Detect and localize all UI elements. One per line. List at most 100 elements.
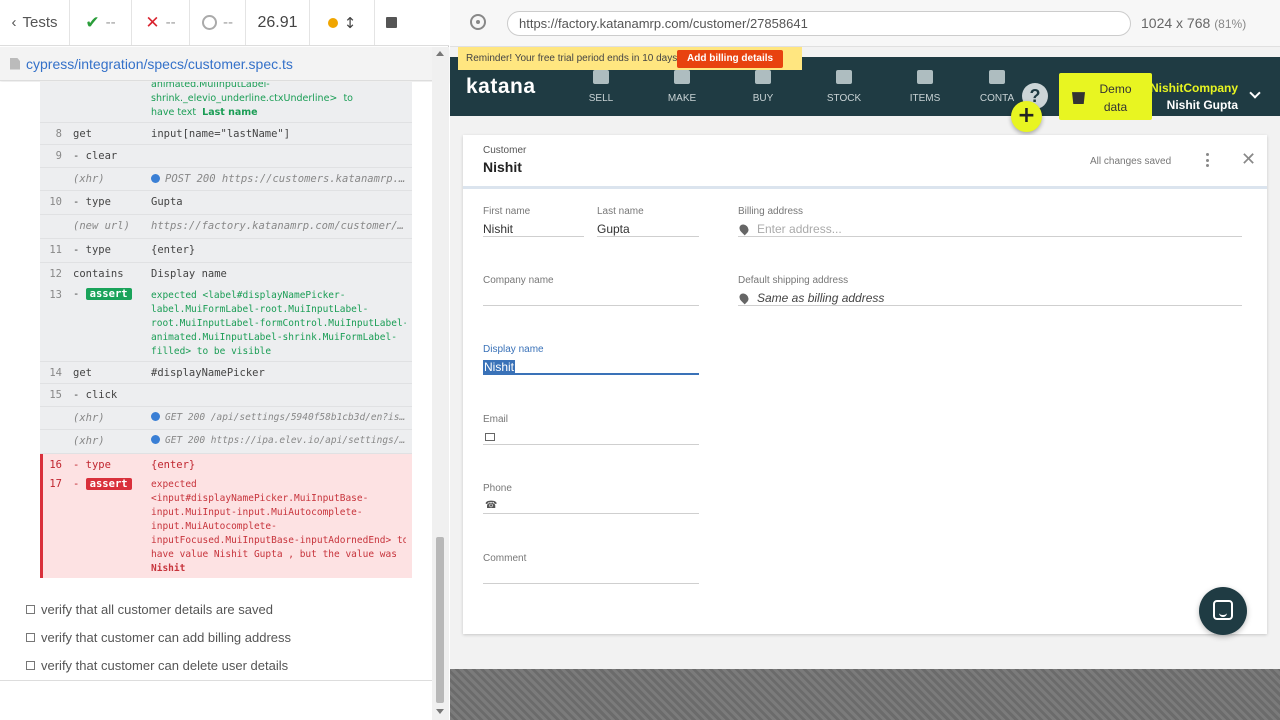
msg-line: filled> to be visible — [151, 346, 272, 357]
aut-header: https://factory.katanamrp.com/customer/2… — [450, 0, 1280, 47]
nav-items[interactable]: ITEMS — [895, 57, 955, 116]
pending-ring-icon — [201, 15, 217, 30]
command-row[interactable]: 8 get input[name="lastName"] — [40, 122, 412, 145]
viewport-info[interactable]: 1024 x 768 (81%) — [1141, 15, 1246, 31]
card-type: Customer — [483, 145, 527, 156]
command-name: get — [73, 128, 92, 140]
passed-count: ✔ -- — [70, 0, 132, 45]
xhr-dot-icon — [151, 174, 160, 183]
command-dash: - — [73, 288, 80, 300]
command-row[interactable]: (xhr) POST 200 https://customers.katanam… — [40, 168, 412, 191]
scroll-thumb[interactable] — [436, 537, 444, 703]
sell-icon — [593, 70, 609, 84]
autoscroll-toggle-icon[interactable]: ↕ — [344, 14, 357, 32]
command-number: 16 — [49, 459, 62, 471]
chat-launcher-button[interactable] — [1199, 587, 1247, 635]
scroll-up-icon[interactable] — [436, 51, 444, 56]
billing-address-field[interactable]: Billing address Enter address... — [737, 206, 1242, 237]
command-row[interactable]: 12 contains Display name — [40, 263, 412, 286]
command-name: contains — [73, 268, 124, 280]
scroll-down-icon[interactable] — [436, 709, 444, 714]
chevron-down-icon[interactable] — [1249, 87, 1261, 99]
field-label: Comment — [483, 553, 527, 564]
url-field[interactable]: https://factory.katanamrp.com/customer/2… — [507, 11, 1131, 36]
msg-line: animated.MuiInputLabel-shrink.MuiFormLab… — [151, 332, 397, 343]
msg-line: Nishit — [151, 563, 186, 574]
shipping-address-field[interactable]: Default shipping address Same as billing… — [737, 275, 1242, 306]
spec-path-bar[interactable]: cypress/integration/specs/customer.spec.… — [0, 47, 449, 81]
fragment-text: Last name — [202, 107, 258, 118]
fragment-text: to — [343, 93, 353, 104]
command-message: GET 200 /api/settings/5940f58b1cb3d/en?i… — [151, 412, 406, 423]
field-label: Last name — [597, 206, 644, 217]
runner-header: ‹ Tests ✔ -- ✕ -- -- 26.91 ↕ — [0, 0, 449, 46]
app-preview: katana SELL MAKE BUY STOCK ITEMS CONTA ?… — [450, 47, 1280, 669]
command-message: GET 200 https://ipa.elev.io/api/settings… — [151, 435, 406, 446]
command-dash: - — [73, 478, 80, 490]
katana-logo[interactable]: katana — [466, 75, 536, 99]
pending-test[interactable]: verify that customer can delete user det… — [26, 658, 288, 673]
previous-assert-fragment: animated.MuiInputLabel- shrink._elevio_u… — [151, 82, 406, 120]
nav-stock[interactable]: STOCK — [814, 57, 874, 116]
command-log-scrollbar[interactable] — [432, 47, 449, 720]
command-message: input[name="lastName"] — [151, 128, 291, 140]
command-row[interactable]: 15 - click — [40, 384, 412, 407]
pending-test[interactable]: verify that customer can add billing add… — [26, 630, 291, 645]
last-name-field[interactable]: Last name Gupta — [597, 206, 699, 237]
command-row[interactable]: 10 - type Gupta — [40, 191, 412, 215]
command-row-assert-failed[interactable]: 17 - assert expected <input#displayNameP… — [40, 478, 412, 578]
xhr-text: GET 200 https://ipa.elev.io/api/settings… — [165, 435, 406, 446]
nav-label: STOCK — [826, 93, 862, 104]
first-name-field[interactable]: First name Nishit — [483, 206, 584, 237]
pending-test[interactable]: verify that all customer details are sav… — [26, 602, 273, 617]
command-row[interactable]: 9 - clear — [40, 145, 412, 168]
email-field[interactable]: Email — [483, 414, 699, 445]
command-row[interactable]: 11 - type {enter} — [40, 239, 412, 263]
field-label: Billing address — [738, 206, 804, 217]
command-name: (new url) — [73, 220, 130, 232]
command-name: - type — [73, 196, 111, 208]
pending-value: -- — [222, 14, 234, 31]
company-name-field[interactable]: Company name — [483, 275, 699, 306]
fragment-line: have text Last name — [151, 106, 406, 120]
company-name[interactable]: NishitCompany — [1150, 81, 1238, 95]
stop-button[interactable] — [374, 0, 408, 45]
selector-playground-icon[interactable] — [470, 14, 486, 30]
field-placeholder: Enter address... — [757, 222, 842, 236]
close-icon[interactable]: ✕ — [1241, 150, 1256, 170]
items-icon — [917, 70, 933, 84]
field-value-selected: Nishit — [483, 360, 516, 374]
add-fab-button[interactable]: + — [1011, 101, 1042, 132]
nav-contacts[interactable]: CONTA — [976, 57, 1018, 116]
save-status: All changes saved — [1090, 156, 1172, 167]
test-checkbox-icon — [26, 605, 35, 614]
command-row[interactable]: (new url) https://factory.katanamrp.com/… — [40, 215, 412, 239]
demo-data-button[interactable]: Demo data — [1059, 73, 1152, 120]
phone-field[interactable]: Phone ☎ — [483, 483, 699, 514]
comment-field[interactable]: Comment — [483, 553, 699, 584]
display-name-field[interactable]: Display name Nishit — [483, 344, 699, 375]
more-menu-icon[interactable] — [1206, 153, 1210, 167]
command-number: 15 — [49, 389, 62, 401]
command-number: 10 — [49, 196, 62, 208]
user-name[interactable]: Nishit Gupta — [1150, 98, 1238, 112]
customer-card: Customer Nishit All changes saved ✕ Firs… — [463, 135, 1267, 634]
aut-background — [450, 669, 1280, 720]
command-row[interactable]: (xhr) GET 200 https://ipa.elev.io/api/se… — [40, 430, 412, 454]
trial-reminder-banner: Reminder! Your free trial period ends in… — [458, 47, 802, 70]
nav-label: MAKE — [667, 93, 697, 104]
tests-button[interactable]: ‹ Tests — [0, 0, 70, 45]
command-message: https://factory.katanamrp.com/customer/2… — [151, 220, 406, 232]
field-label: Default shipping address — [738, 275, 849, 286]
command-row-assert[interactable]: 13 - assert expected <label#displayNameP… — [40, 286, 412, 362]
command-number: 17 — [49, 478, 62, 490]
command-row[interactable]: (xhr) GET 200 /api/settings/5940f58b1cb3… — [40, 407, 412, 430]
failed-commands: 16 - type {enter} 17 - assert expected <… — [40, 454, 412, 578]
nav-label: CONTA — [979, 93, 1015, 104]
msg-line: root.MuiInputLabel-formControl.MuiInputL… — [151, 318, 406, 329]
command-row-failed[interactable]: 16 - type {enter} — [40, 454, 412, 478]
command-row[interactable]: 14 get #displayNamePicker — [40, 362, 412, 384]
add-billing-button[interactable]: Add billing details — [677, 50, 784, 68]
msg-line: expected — [151, 479, 197, 490]
field-value: Same as billing address — [757, 291, 885, 305]
